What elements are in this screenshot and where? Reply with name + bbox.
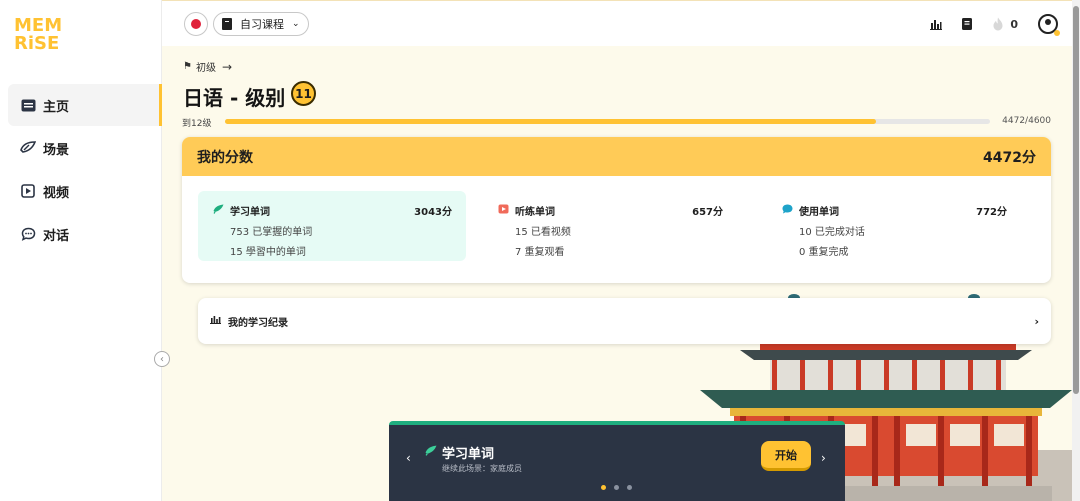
chevron-left-icon: ‹	[160, 353, 164, 365]
book-icon	[222, 18, 232, 30]
collapse-sidebar-button[interactable]: ‹	[154, 351, 170, 367]
leaderboard-button[interactable]	[930, 19, 943, 30]
chat-words-icon	[782, 204, 794, 217]
video-words-icon	[498, 204, 510, 217]
sidebar-item-video[interactable]: 视频	[8, 170, 162, 212]
leaderboard-icon	[930, 19, 943, 30]
video-words-rewatched: 7 重复观看	[515, 247, 565, 258]
dictionary-icon	[962, 18, 973, 30]
carousel-dots	[601, 485, 640, 490]
score-total: 4472分	[983, 149, 1036, 166]
streak-counter[interactable]: 0	[992, 17, 1018, 31]
level-progress-fill	[225, 119, 876, 124]
course-selector-label: 自习课程	[240, 18, 284, 31]
video-icon	[20, 183, 36, 199]
language-flag-button[interactable]	[184, 12, 208, 36]
video-words-stats[interactable]: 听练单词 657分 15 已看视频 7 重复观看	[483, 191, 737, 261]
carousel-dot[interactable]	[627, 485, 632, 490]
learning-history-label: 我的学习纪录	[228, 317, 288, 329]
sidebar-item-home[interactable]: 主页	[8, 84, 162, 126]
flame-icon	[993, 17, 1003, 31]
level-badge: 11	[291, 81, 316, 106]
chat-words-repeated: 0 重复完成	[799, 247, 849, 258]
next-lesson-card: ‹ 学习单词 继续此场景：家庭成员 开始 ›	[389, 421, 845, 501]
breadcrumb-level: 初级	[195, 63, 216, 74]
scrollbar-thumb[interactable]	[1073, 6, 1079, 394]
next-lesson-button[interactable]: ›	[821, 451, 826, 465]
streak-count: 0	[1010, 17, 1018, 31]
memrise-logo[interactable]: MEM RiSE	[14, 17, 62, 54]
progress-count: 4472/4600	[1002, 116, 1051, 126]
avatar-icon	[1038, 14, 1060, 36]
arrow-right-icon: →	[221, 59, 233, 74]
score-header: 我的分数 4472分	[182, 137, 1051, 176]
japan-flag-icon	[191, 19, 201, 29]
sidebar-item-chat[interactable]: 对话	[8, 213, 162, 255]
start-button[interactable]: 开始	[761, 441, 811, 471]
learn-words-learning: 15 學習中的单词	[230, 247, 306, 258]
chevron-down-icon: ⌄	[292, 19, 300, 29]
learn-words-title: 学习单词	[230, 207, 270, 218]
profile-button[interactable]	[1038, 14, 1060, 36]
previous-lesson-button[interactable]: ‹	[406, 451, 411, 465]
lesson-subtitle: 继续此场景：家庭成员	[442, 464, 522, 473]
learn-words-icon	[213, 204, 225, 217]
sidebar-item-label: 场景	[43, 142, 70, 158]
score-heading: 我的分数	[197, 149, 253, 166]
video-words-points: 657分	[692, 207, 723, 218]
learn-words-points: 3043分	[414, 207, 452, 218]
sidebar-item-label: 主页	[43, 99, 70, 115]
carousel-dot[interactable]	[614, 485, 619, 490]
page-title: 日语 - 级别	[183, 86, 286, 110]
logo-line-2: RiSE	[14, 33, 60, 54]
score-card: 我的分数 4472分 学习单词 3043分 753 已掌握的单词 15 學習中的…	[182, 137, 1051, 283]
learn-words-icon	[425, 445, 437, 459]
progress-label: 到12级	[182, 119, 212, 129]
breadcrumb[interactable]: ⚑ 初级 →	[183, 59, 233, 75]
course-selector[interactable]: 自习课程 ⌄	[213, 12, 309, 36]
score-columns: 学习单词 3043分 753 已掌握的单词 15 學習中的单词 听练单词 657…	[182, 176, 1051, 283]
sidebar-item-label: 视频	[43, 185, 70, 201]
flag-icon: ⚑	[183, 61, 192, 72]
bar-chart-icon	[210, 315, 221, 327]
top-right-actions: 0	[910, 13, 1060, 36]
sidebar-item-scenarios[interactable]: 场景	[8, 127, 162, 169]
sidebar-nav: 主页 场景 视频 对话	[8, 84, 162, 256]
lesson-title: 学习单词	[442, 447, 495, 462]
learn-words-mastered: 753 已掌握的单词	[230, 227, 313, 238]
chat-words-title: 使用单词	[799, 207, 839, 218]
chat-icon	[20, 226, 36, 242]
video-words-title: 听练单词	[515, 207, 555, 218]
level-progress-bar	[225, 119, 990, 124]
scenarios-icon	[20, 140, 36, 156]
home-icon	[20, 97, 36, 113]
chevron-right-icon: ›	[1034, 314, 1039, 328]
dictionary-button[interactable]	[962, 18, 973, 30]
carousel-dot[interactable]	[601, 485, 606, 490]
video-words-watched: 15 已看视频	[515, 227, 571, 238]
learn-words-stats[interactable]: 学习单词 3043分 753 已掌握的单词 15 學習中的单词	[198, 191, 466, 261]
sidebar: MEM RiSE 主页 场景 视频 对话	[0, 0, 162, 501]
top-bar: 自习课程 ⌄ 0	[162, 0, 1072, 46]
notification-dot	[1054, 30, 1060, 36]
sidebar-item-label: 对话	[43, 228, 70, 244]
learning-history-row[interactable]: 我的学习纪录 ›	[198, 298, 1051, 344]
chat-words-points: 772分	[976, 207, 1007, 218]
chat-words-stats[interactable]: 使用单词 772分 10 已完成对话 0 重复完成	[767, 191, 1021, 261]
chat-words-completed: 10 已完成对话	[799, 227, 865, 238]
